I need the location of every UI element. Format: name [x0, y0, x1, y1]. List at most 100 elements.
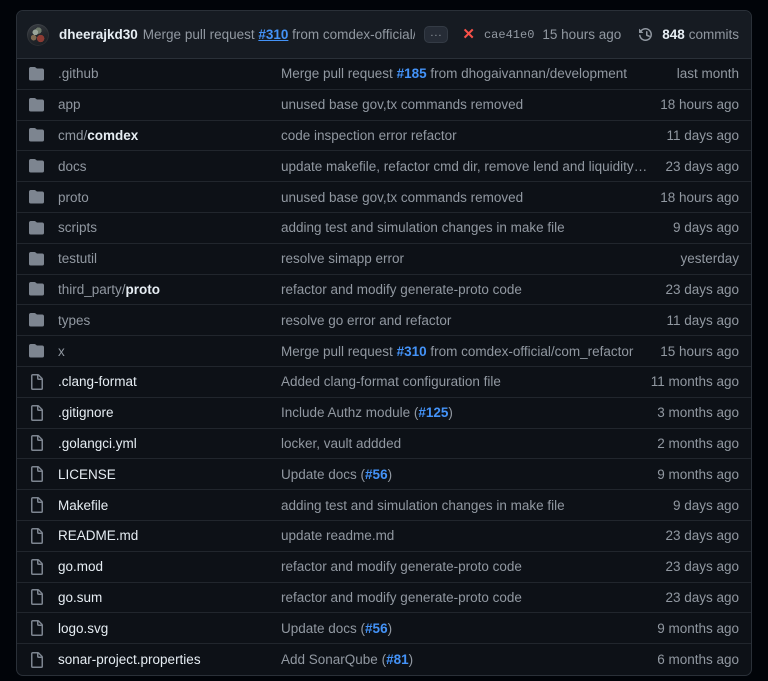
pull-request-link[interactable]: #56	[365, 621, 388, 636]
file-icon	[29, 620, 45, 637]
commit-message-text[interactable]: refactor and modify generate-proto code	[281, 590, 522, 605]
file-link[interactable]: logo.svg	[58, 621, 281, 636]
row-commit-message: Added clang-format configuration file	[281, 374, 651, 389]
file-row[interactable]: scripts adding test and simulation change…	[17, 213, 751, 244]
file-row[interactable]: sonar-project.properties Add SonarQube (#…	[17, 644, 751, 675]
file-row[interactable]: .clang-format Added clang-format configur…	[17, 367, 751, 398]
commit-sha[interactable]: cae41e0	[484, 28, 534, 42]
avatar[interactable]	[27, 23, 49, 46]
directory-link[interactable]: testutil	[58, 251, 281, 266]
file-row[interactable]: .golangci.yml locker, vault addded 2 month…	[17, 429, 751, 460]
commit-message: Merge pull request #310 from comdex-offi…	[143, 27, 416, 42]
pull-request-link[interactable]: #310	[397, 344, 427, 359]
file-row[interactable]: testutil resolve simapp error yesterday	[17, 244, 751, 275]
commit-message-text[interactable]: refactor and modify generate-proto code	[281, 282, 522, 297]
expand-commit-message-button[interactable]: ...	[424, 26, 449, 43]
commit-message-text[interactable]: refactor and modify generate-proto code	[281, 559, 522, 574]
file-row[interactable]: .gitignore Include Authz module (#125) 3 m…	[17, 398, 751, 429]
file-row[interactable]: third_party/proto refactor and modify gen…	[17, 275, 751, 306]
commit-message-text[interactable]: update readme.md	[281, 528, 394, 543]
file-link[interactable]: sonar-project.properties	[58, 652, 281, 667]
commit-message-text[interactable]: update makefile, refactor cmd dir, remov…	[281, 159, 665, 174]
commit-message-text[interactable]: Merge pull request	[281, 344, 397, 359]
commits-counter[interactable]: 848 commits	[639, 27, 739, 43]
file-icon	[29, 497, 45, 514]
file-row[interactable]: .github Merge pull request #185 from dhog…	[17, 59, 751, 90]
commit-message-text[interactable]: resolve go error and refactor	[281, 313, 451, 328]
file-icon	[31, 620, 43, 637]
row-commit-message: Update docs (#56)	[281, 467, 657, 482]
file-row[interactable]: README.md update readme.md 23 days ago	[17, 521, 751, 552]
directory-link[interactable]: third_party/proto	[58, 282, 281, 297]
file-link[interactable]: go.mod	[58, 559, 281, 574]
commit-message-text[interactable]: adding test and simulation changes in ma…	[281, 498, 565, 513]
directory-link[interactable]: types	[58, 313, 281, 328]
commit-message-text[interactable]: locker, vault addded	[281, 436, 401, 451]
commit-message-suffix: )	[387, 620, 393, 636]
commit-message-suffix: from dhogaivannan/development	[426, 66, 627, 82]
commit-message-text[interactable]: code inspection error refactor	[281, 128, 457, 143]
file-browser: dheerajkd30 Merge pull request #310 from…	[16, 10, 752, 676]
file-link[interactable]: go.sum	[58, 590, 281, 605]
file-row[interactable]: go.sum refactor and modify generate-proto…	[17, 583, 751, 614]
file-link[interactable]: Makefile	[58, 498, 281, 513]
folder-icon	[29, 159, 44, 173]
row-timestamp: yesterday	[680, 251, 739, 267]
row-timestamp: 23 days ago	[665, 559, 739, 575]
file-row[interactable]: LICENSE Update docs (#56) 9 months ago	[17, 459, 751, 491]
row-commit-message: update makefile, refactor cmd dir, remov…	[281, 159, 665, 174]
file-icon	[29, 404, 45, 421]
pull-request-link[interactable]: #81	[386, 652, 409, 667]
file-icon	[29, 589, 45, 606]
latest-commit-header: dheerajkd30 Merge pull request #310 from…	[17, 11, 751, 59]
file-icon	[31, 497, 43, 514]
file-row[interactable]: proto unused base gov,tx commands removed…	[17, 182, 751, 213]
file-link[interactable]: LICENSE	[58, 467, 281, 482]
directory-link[interactable]: proto	[58, 190, 281, 205]
row-timestamp: 9 months ago	[657, 620, 739, 636]
commit-message-text[interactable]: Update docs (	[281, 467, 365, 482]
row-commit-message: update readme.md	[281, 528, 665, 543]
commit-author[interactable]: dheerajkd30	[59, 27, 138, 42]
x-circle-fail-icon[interactable]: ✕	[462, 27, 475, 42]
commit-message-text[interactable]: Update docs (	[281, 621, 365, 636]
commit-message-text[interactable]: unused base gov,tx commands removed	[281, 190, 523, 205]
directory-link[interactable]: docs	[58, 159, 281, 174]
directory-link[interactable]: cmd/comdex	[58, 128, 281, 143]
commit-message-text[interactable]: Added clang-format configuration file	[281, 374, 501, 389]
directory-link[interactable]: app	[58, 97, 281, 112]
file-row[interactable]: docs update makefile, refactor cmd dir, r…	[17, 151, 751, 183]
row-commit-message: Merge pull request #310 from comdex-offi…	[281, 344, 660, 359]
pull-request-link[interactable]: #125	[418, 405, 448, 420]
commit-message-text[interactable]: resolve simapp error	[281, 251, 404, 266]
file-row[interactable]: app unused base gov,tx commands removed 18…	[17, 90, 751, 121]
commit-message-text[interactable]: adding test and simulation changes in ma…	[281, 220, 565, 235]
file-row[interactable]: cmd/comdex code inspection error refactor…	[17, 121, 751, 152]
row-commit-message: refactor and modify generate-proto code	[281, 590, 665, 605]
pull-request-link[interactable]: #56	[365, 467, 388, 482]
file-link[interactable]: .golangci.yml	[58, 436, 281, 451]
row-timestamp: 2 months ago	[657, 435, 739, 451]
directory-link[interactable]: .github	[58, 66, 281, 81]
pull-request-link[interactable]: #185	[397, 66, 427, 81]
path-leaf: comdex	[87, 127, 139, 143]
folder-icon	[29, 127, 45, 143]
commit-message-text[interactable]: Add SonarQube (	[281, 652, 386, 667]
pull-request-link[interactable]: #310	[258, 27, 288, 42]
directory-link[interactable]: scripts	[58, 220, 281, 235]
file-row[interactable]: go.mod refactor and modify generate-proto…	[17, 552, 751, 583]
file-link[interactable]: .clang-format	[58, 374, 281, 389]
commit-message-text[interactable]: Include Authz module (	[281, 405, 418, 420]
file-link[interactable]: README.md	[58, 528, 281, 543]
file-link[interactable]: .gitignore	[58, 405, 281, 420]
folder-icon	[29, 343, 45, 359]
directory-link[interactable]: x	[58, 344, 281, 359]
row-commit-message: resolve simapp error	[281, 251, 680, 266]
row-timestamp: 23 days ago	[665, 528, 739, 544]
commit-message-text[interactable]: Merge pull request	[281, 66, 397, 81]
file-row[interactable]: x Merge pull request #310 from comdex-off…	[17, 336, 751, 367]
file-row[interactable]: logo.svg Update docs (#56) 9 months ago	[17, 613, 751, 645]
file-row[interactable]: types resolve go error and refactor 11 day…	[17, 305, 751, 337]
commit-message-text[interactable]: unused base gov,tx commands removed	[281, 97, 523, 112]
file-row[interactable]: Makefile adding test and simulation chang…	[17, 490, 751, 521]
